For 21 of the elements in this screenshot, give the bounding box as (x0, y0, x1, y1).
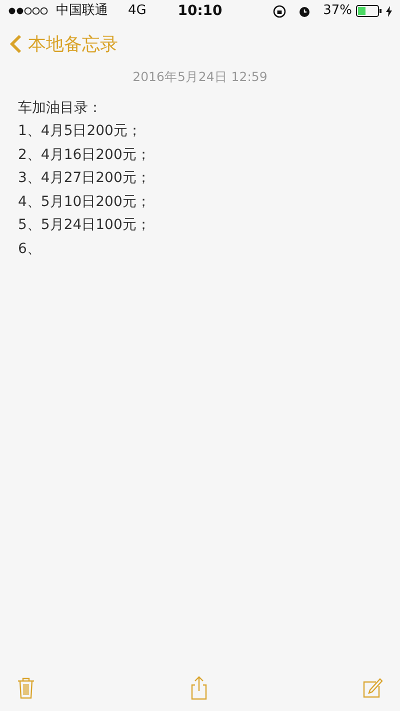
rotation-lock-icon (273, 4, 286, 18)
compose-button[interactable] (362, 676, 384, 700)
note-line: 4、5月10日200元； (18, 192, 152, 212)
note-line: 1、4月5日200元； (18, 122, 142, 142)
back-button[interactable]: 本地备忘录 (10, 30, 118, 58)
charging-icon (386, 6, 392, 16)
battery-icon (356, 5, 382, 17)
note-line: 车加油目录： (18, 98, 103, 118)
network-type: 4G (128, 2, 146, 20)
status-time: 10:10 (178, 2, 222, 20)
carrier-name: 中国联通 (56, 2, 108, 20)
note-line: 5、5月24日100元； (18, 216, 152, 236)
note-line: 2、4月16日200元； (18, 146, 152, 165)
note-date: 2016年5月24日 12:59 (132, 68, 268, 86)
signal-icon (8, 7, 48, 15)
battery-percent: 37% (323, 2, 352, 20)
compose-icon (362, 676, 384, 700)
note-line: 6、 (18, 240, 42, 259)
alarm-icon (298, 4, 312, 18)
back-icon (10, 34, 22, 54)
note-line: 3、4月27日200元； (18, 169, 152, 188)
